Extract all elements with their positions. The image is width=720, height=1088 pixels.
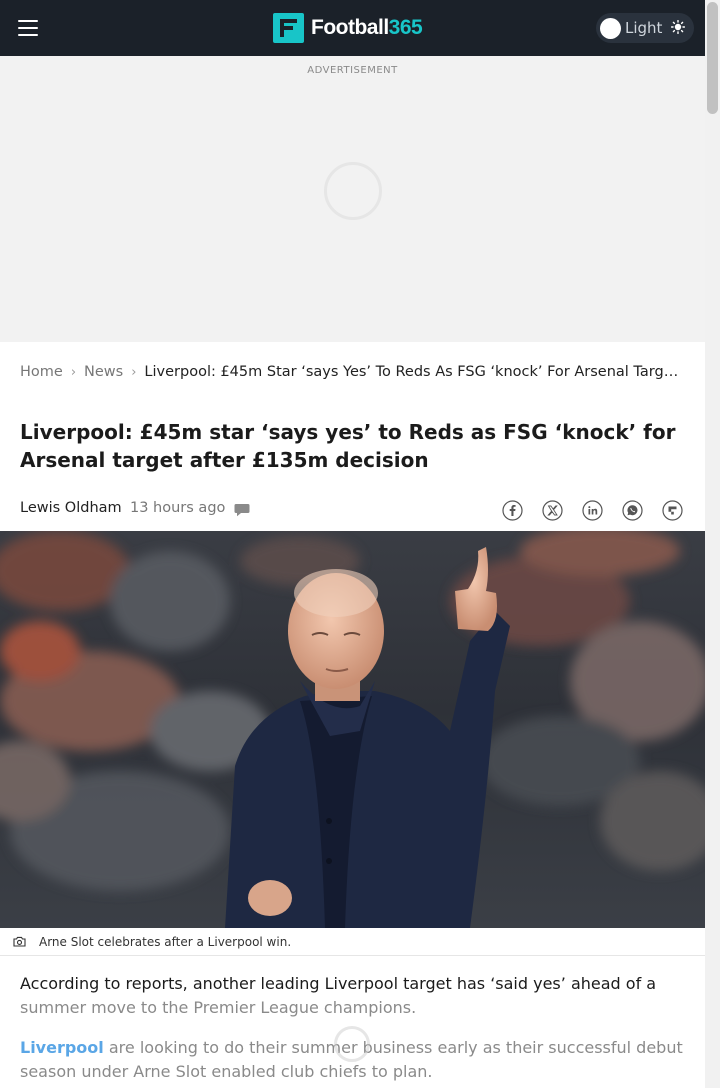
theme-toggle-label: Light bbox=[625, 19, 663, 37]
comment-icon[interactable] bbox=[234, 503, 250, 517]
paragraph-line: season under Arne Slot enabled club chie… bbox=[20, 1062, 433, 1081]
breadcrumb: Home › News › Liverpool: £45m Star ‘says… bbox=[20, 362, 685, 382]
facebook-icon[interactable] bbox=[502, 500, 523, 521]
toggle-knob bbox=[600, 18, 621, 39]
linkedin-icon[interactable] bbox=[582, 500, 603, 521]
hamburger-menu-icon[interactable] bbox=[18, 20, 38, 36]
author-link[interactable]: Lewis Oldham bbox=[20, 500, 122, 516]
manager-photo bbox=[0, 531, 705, 928]
sun-icon bbox=[671, 20, 685, 34]
flipboard-icon[interactable] bbox=[662, 500, 683, 521]
whatsapp-icon[interactable] bbox=[622, 500, 643, 521]
logo-wordmark: Football365 bbox=[311, 16, 423, 39]
image-caption: Arne Slot celebrates after a Liverpool w… bbox=[39, 935, 292, 949]
scrollbar-thumb[interactable] bbox=[707, 2, 718, 114]
x-twitter-icon[interactable] bbox=[542, 500, 563, 521]
liverpool-link[interactable]: Liverpool bbox=[20, 1038, 104, 1057]
site-header: Football365 Light bbox=[0, 0, 705, 56]
chevron-right-icon: › bbox=[70, 364, 77, 380]
breadcrumb-home[interactable]: Home bbox=[20, 364, 63, 380]
site-logo[interactable]: Football365 bbox=[273, 13, 423, 43]
loading-spinner-icon bbox=[334, 1026, 370, 1062]
publish-time: 13 hours ago bbox=[130, 500, 226, 516]
paragraph-line: summer move to the Premier League champi… bbox=[20, 998, 417, 1017]
breadcrumb-news[interactable]: News bbox=[84, 364, 123, 380]
advertisement-label: ADVERTISEMENT bbox=[307, 65, 398, 76]
chevron-right-icon: › bbox=[131, 364, 137, 380]
camera-icon bbox=[13, 936, 26, 947]
paragraph-line: According to reports, another leading Li… bbox=[20, 974, 657, 993]
loading-spinner-icon bbox=[324, 162, 382, 220]
page-scrollbar[interactable] bbox=[705, 0, 720, 1088]
football365-logo-icon bbox=[273, 13, 304, 43]
breadcrumb-current: Liverpool: £45m Star ‘says Yes’ To Reds … bbox=[144, 364, 685, 380]
article-hero-image bbox=[0, 531, 705, 928]
article-title: Liverpool: £45m star ‘says yes’ to Reds … bbox=[20, 420, 676, 472]
article-paragraph: According to reports, another leading Li… bbox=[20, 972, 690, 1020]
